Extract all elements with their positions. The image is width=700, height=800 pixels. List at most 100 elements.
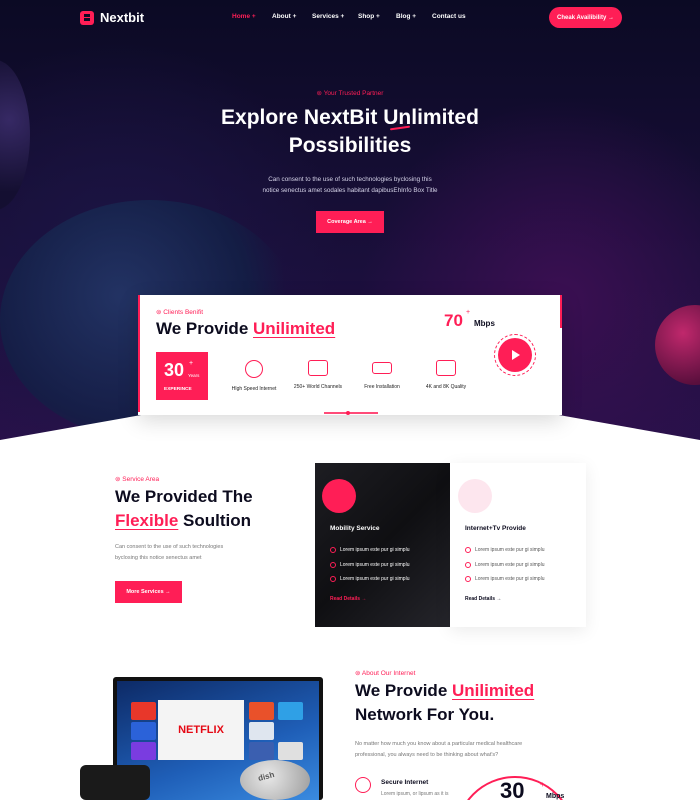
speedometer-icon (245, 360, 263, 378)
chrome-tile (278, 742, 303, 760)
app-tile (249, 702, 274, 720)
app-tile (131, 722, 156, 740)
services-tag: ⊚ Service Area (115, 475, 159, 483)
shield-icon (355, 777, 371, 793)
speed-value: 70 (444, 311, 463, 330)
feature-label: 250+ World Channels (293, 384, 343, 390)
service-list-text: Lorem ipsum este pur gi simplu (340, 547, 410, 553)
tv-icon (308, 360, 328, 376)
check-availability-button[interactable]: Cheak Availibility → (549, 7, 622, 28)
about-stat-value: 30 (500, 778, 525, 800)
slider-dot-active[interactable] (346, 411, 350, 415)
nav-item-shop[interactable]: Shop + (358, 13, 380, 20)
clients-title-accent: Unilimited (253, 319, 336, 338)
target-icon: ⊚ (316, 90, 324, 97)
service-list-text: Lorem ipsum este pur gi simplu (340, 576, 410, 582)
service-list-text: Lorem ipsum este pur gi simplu (475, 576, 545, 582)
service-list-text: Lorem ipsum este pur gi simplu (340, 562, 410, 568)
feature-label: 4K and 8K Quality (425, 384, 467, 390)
hero-desc-line2: notice senectus amet sodales habitant da… (262, 187, 438, 194)
secure-internet-desc: Lorem ipsum, or lipsum as it is (381, 791, 449, 797)
coverage-area-button[interactable]: Coverage Area → (316, 211, 384, 233)
service-list-item: Lorem ipsum este pur gi simplu (330, 576, 409, 582)
netflix-tile: NETFLIX (158, 700, 244, 760)
hero-description: Can consent to the use of such technolog… (0, 174, 700, 196)
nav-item-about[interactable]: About + (272, 13, 296, 20)
clients-title-plain: We Provide (156, 319, 249, 338)
logo-icon (80, 10, 94, 25)
satellite-dish-image (240, 760, 310, 800)
monitor-4k-icon (436, 360, 456, 376)
read-details-link[interactable]: Read Details → (330, 596, 366, 602)
service-card-title: Internet+Tv Provide (465, 525, 526, 532)
about-stat-plus: + (540, 780, 545, 789)
nav-item-blog[interactable]: Blog + (396, 13, 416, 20)
more-services-button[interactable]: More Services → (115, 581, 182, 603)
about-title-plain: We Provide (355, 681, 448, 700)
target-icon: ⊚ (355, 670, 362, 677)
service-list-item: Lorem ipsum este pur gi simplu (465, 576, 544, 582)
services-title-rest: Soultion (183, 511, 252, 530)
check-icon (330, 547, 336, 553)
services-title-accent: Flexible (115, 511, 179, 530)
feature-high-speed: HIgh Speed Internet (225, 360, 283, 392)
years-label: EXPERINCE (164, 387, 192, 392)
check-icon (465, 562, 471, 568)
about-desc-line1: No matter how much you know about a part… (355, 741, 523, 747)
hero-title: Explore NextBit Unlimited Possibilities (0, 104, 700, 160)
services-desc-line2: byclosing this notice senectus amet (115, 555, 202, 561)
secure-internet-title: Secure Internet (381, 779, 429, 786)
about-title-line1: We Provide Unilimited (355, 679, 534, 703)
service-list-item: Lorem ipsum este pur gi simplu (330, 562, 409, 568)
check-icon (465, 547, 471, 553)
read-details-link[interactable]: Read Details → (465, 596, 501, 602)
years-unit: Years (188, 373, 200, 378)
services-desc-line1: Can consent to the use of such technolog… (115, 544, 224, 550)
hero-title-line2: Possibilities (288, 134, 412, 157)
services-tag-text: Service Area (122, 476, 160, 483)
slider-indicator[interactable] (324, 412, 378, 414)
services-title-line1: We Provided The (115, 487, 253, 506)
feature-installation: Free Installation (356, 360, 408, 390)
about-desc-line2: professional, you always need to be thin… (355, 752, 499, 758)
service-card-title: Mobility Service (330, 525, 380, 532)
opera-tile (249, 722, 274, 740)
phone-icon (458, 479, 492, 513)
feature-channels: 250+ World Channels (288, 360, 348, 390)
speed-unit: Mbps (474, 319, 495, 328)
services-description: Can consent to the use of such technolog… (115, 542, 285, 564)
about-description: No matter how much you know about a part… (355, 739, 565, 761)
years-value: 30 (164, 360, 185, 380)
satellite-icon (322, 479, 356, 513)
play-icon (512, 350, 520, 360)
service-list-item: Lorem ipsum este pur gi simplu (465, 547, 544, 553)
brand-logo[interactable]: Nextbit (80, 10, 144, 25)
nav-item-contact[interactable]: Contact us (432, 13, 466, 20)
play-video-button[interactable] (498, 338, 532, 372)
feature-label: Free Installation (364, 384, 400, 390)
check-icon (330, 576, 336, 582)
twitter-tile (278, 702, 303, 720)
services-title-line2: Flexible Soultion (115, 509, 251, 533)
brand-name: Nextbit (100, 10, 145, 25)
service-list-item: Lorem ipsum este pur gi simplu (465, 562, 544, 568)
about-stat-unit: Mbps (546, 793, 565, 800)
service-list-text: Lorem ipsum este pur gi simplu (475, 562, 545, 568)
app-tile (131, 742, 156, 760)
speed-plus: + (466, 309, 471, 316)
top-navigation: Nextbit Home + About + Services + Shop +… (0, 0, 700, 36)
hero-title-line1: Explore NextBit Unlimited (221, 106, 479, 129)
about-title-accent: Unilimited (452, 681, 535, 700)
feature-label: HIgh Speed Internet (231, 386, 277, 392)
nav-item-home[interactable]: Home + (232, 13, 256, 20)
hero-tagline-text: Your Trusted Partner (323, 90, 384, 97)
card-accent-left (138, 295, 140, 412)
clients-tag-text: Clients Benifit (163, 309, 204, 316)
service-list-text: Lorem ipsum este pur gi simplu (475, 547, 545, 553)
about-title-line2: Network For You. (355, 705, 495, 724)
nav-item-services[interactable]: Services + (312, 13, 344, 20)
feature-quality: 4K and 8K Quality (420, 360, 472, 390)
about-tag: ⊚ About Our Internet (355, 669, 415, 677)
check-icon (465, 576, 471, 582)
card-accent-right (560, 295, 562, 328)
